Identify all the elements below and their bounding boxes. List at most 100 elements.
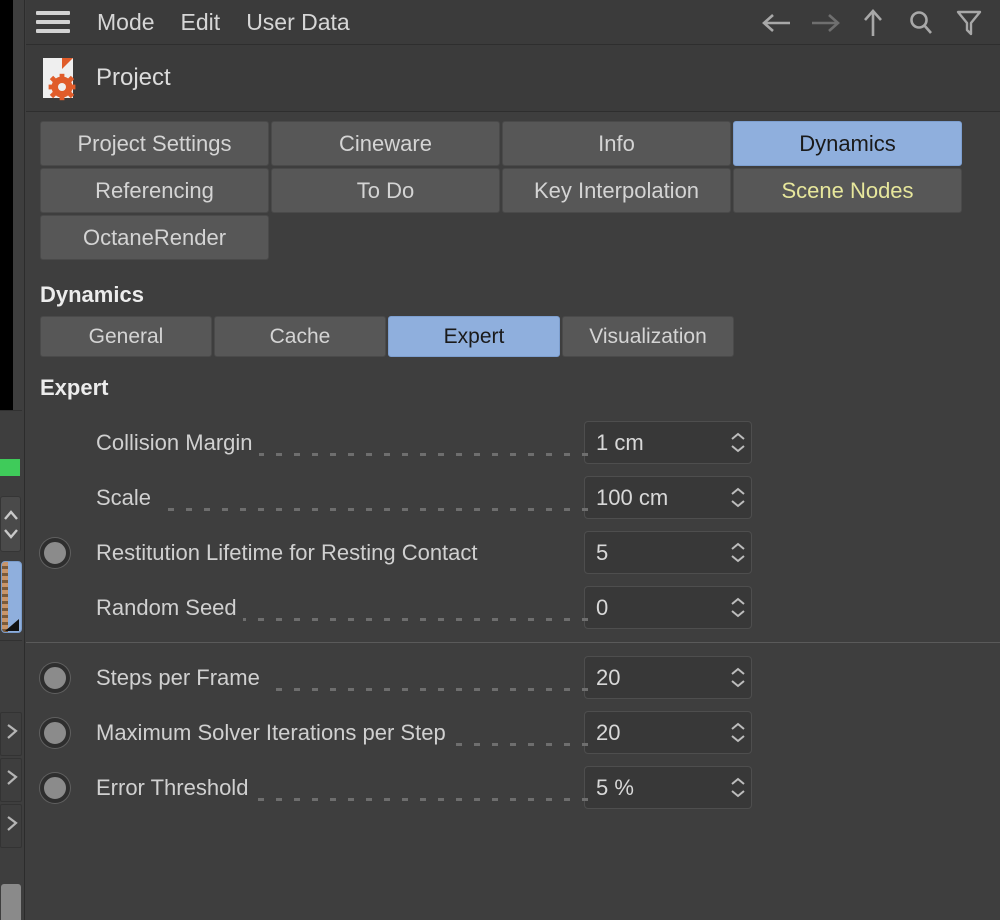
chevron-down-icon bbox=[731, 555, 745, 563]
tab-to-do[interactable]: To Do bbox=[271, 168, 500, 213]
menu-item-user-data[interactable]: User Data bbox=[233, 9, 363, 36]
back-arrow-icon[interactable] bbox=[754, 3, 800, 43]
chevron-down-icon bbox=[731, 790, 745, 798]
chevron-down-icon bbox=[731, 445, 745, 453]
forward-arrow-icon[interactable] bbox=[802, 3, 848, 43]
search-icon[interactable] bbox=[898, 3, 944, 43]
tab-info[interactable]: Info bbox=[502, 121, 731, 166]
gear-icon bbox=[48, 73, 76, 101]
chevron-right-icon bbox=[7, 724, 18, 739]
stepper-steps-per-frame[interactable] bbox=[725, 657, 751, 698]
label-maximum-solver-iterations: Maximum Solver Iterations per Step bbox=[96, 719, 452, 746]
filter-icon[interactable] bbox=[946, 3, 992, 43]
chevron-down-icon bbox=[731, 610, 745, 618]
tab-bar: Project Settings Cineware Info Dynamics … bbox=[40, 121, 970, 262]
label-restitution-lifetime: Restitution Lifetime for Resting Contact bbox=[96, 539, 484, 566]
menu-item-mode[interactable]: Mode bbox=[84, 9, 168, 36]
attribute-manager: Mode Edit User Data Project Project Sett… bbox=[26, 0, 1000, 920]
chevron-down-icon bbox=[731, 680, 745, 688]
tab-dynamics[interactable]: Dynamics bbox=[733, 121, 962, 166]
tab-key-interpolation[interactable]: Key Interpolation bbox=[502, 168, 731, 213]
strip-arrow-1[interactable] bbox=[0, 712, 22, 756]
stepper-random-seed[interactable] bbox=[725, 587, 751, 628]
strip-arrow-3[interactable] bbox=[0, 804, 22, 848]
chevron-right-icon bbox=[7, 770, 18, 785]
input-error-threshold[interactable]: 5 % bbox=[584, 766, 752, 809]
chevron-up-icon bbox=[731, 487, 745, 495]
menu-icon-line bbox=[36, 20, 70, 24]
animate-toggle-maximum-solver-iterations[interactable] bbox=[40, 717, 70, 748]
input-scale[interactable]: 100 cm bbox=[584, 476, 752, 519]
left-tool-strip bbox=[0, 0, 25, 920]
stepper-scale[interactable] bbox=[725, 477, 751, 518]
value-collision-margin: 1 cm bbox=[596, 429, 644, 455]
input-maximum-solver-iterations[interactable]: 20 bbox=[584, 711, 752, 754]
document-fold-corner bbox=[62, 58, 73, 69]
strip-arrow-2[interactable] bbox=[0, 758, 22, 802]
up-arrow-icon[interactable] bbox=[850, 3, 896, 43]
value-error-threshold: 5 % bbox=[596, 774, 634, 800]
menu-item-edit[interactable]: Edit bbox=[168, 9, 234, 36]
animate-toggle-steps-per-frame[interactable] bbox=[40, 662, 70, 693]
strip-slot-1[interactable] bbox=[0, 410, 22, 458]
strip-spinner[interactable] bbox=[0, 496, 21, 552]
tab-cineware[interactable]: Cineware bbox=[271, 121, 500, 166]
menu-icon-line bbox=[36, 11, 70, 15]
tab-cache[interactable]: Cache bbox=[214, 316, 386, 357]
page-title: Project bbox=[96, 64, 171, 91]
chevron-up-icon bbox=[731, 667, 745, 675]
menu-icon-line bbox=[36, 29, 70, 33]
menu-bar-tools bbox=[754, 0, 992, 45]
input-restitution-lifetime[interactable]: 5 bbox=[584, 531, 752, 574]
input-steps-per-frame[interactable]: 20 bbox=[584, 656, 752, 699]
value-restitution-lifetime: 5 bbox=[596, 539, 609, 565]
input-collision-margin[interactable]: 1 cm bbox=[584, 421, 752, 464]
tab-scene-nodes[interactable]: Scene Nodes bbox=[733, 168, 962, 213]
selected-thumbnail[interactable] bbox=[1, 561, 22, 633]
menu-icon[interactable] bbox=[36, 9, 70, 35]
tab-general[interactable]: General bbox=[40, 316, 212, 357]
row-scale: Scale 100 cm bbox=[26, 470, 1000, 525]
row-random-seed: Random Seed 0 bbox=[26, 580, 1000, 635]
chevron-up-icon bbox=[731, 542, 745, 550]
tab-project-settings[interactable]: Project Settings bbox=[40, 121, 269, 166]
label-random-seed: Random Seed bbox=[96, 594, 243, 621]
chevron-up-icon bbox=[731, 777, 745, 785]
stepper-restitution-lifetime[interactable] bbox=[725, 532, 751, 573]
value-scale: 100 cm bbox=[596, 484, 669, 510]
chevron-up-icon bbox=[731, 432, 745, 440]
tab-expert[interactable]: Expert bbox=[388, 316, 560, 357]
property-group-b: Steps per Frame 20 Maximum Solver Iterat… bbox=[26, 650, 1000, 815]
green-status-bar bbox=[0, 459, 20, 476]
value-steps-per-frame: 20 bbox=[596, 664, 621, 690]
row-collision-margin: Collision Margin 1 cm bbox=[26, 415, 1000, 470]
row-steps-per-frame: Steps per Frame 20 bbox=[26, 650, 1000, 705]
tab-octanerender[interactable]: OctaneRender bbox=[40, 215, 269, 260]
row-maximum-solver-iterations: Maximum Solver Iterations per Step 20 bbox=[26, 705, 1000, 760]
leader-dots bbox=[96, 508, 592, 511]
strip-bottom-item[interactable] bbox=[1, 884, 21, 920]
animate-toggle-restitution-lifetime[interactable] bbox=[40, 537, 70, 568]
chevron-right-icon bbox=[7, 816, 18, 831]
value-random-seed: 0 bbox=[596, 594, 609, 620]
application-window: Mode Edit User Data Project Project Sett… bbox=[0, 0, 1000, 920]
row-restitution-lifetime: Restitution Lifetime for Resting Contact… bbox=[26, 525, 1000, 580]
label-collision-margin: Collision Margin bbox=[96, 429, 259, 456]
stepper-error-threshold[interactable] bbox=[725, 767, 751, 808]
tab-referencing[interactable]: Referencing bbox=[40, 168, 269, 213]
label-steps-per-frame: Steps per Frame bbox=[96, 664, 266, 691]
panel-title-expert: Expert bbox=[40, 375, 109, 400]
strip-slot-2[interactable] bbox=[0, 640, 22, 700]
menu-bar: Mode Edit User Data bbox=[26, 0, 1000, 45]
object-header: Project bbox=[26, 45, 1000, 112]
chevron-updown-icon bbox=[4, 510, 18, 539]
input-random-seed[interactable]: 0 bbox=[584, 586, 752, 629]
stepper-maximum-solver-iterations[interactable] bbox=[725, 712, 751, 753]
stepper-collision-margin[interactable] bbox=[725, 422, 751, 463]
tab-visualization[interactable]: Visualization bbox=[562, 316, 734, 357]
property-group-a: Collision Margin 1 cm Scale 100 cm Resti… bbox=[26, 415, 1000, 635]
animate-toggle-error-threshold[interactable] bbox=[40, 772, 70, 803]
label-scale: Scale bbox=[96, 484, 158, 511]
corner-triangle-icon bbox=[5, 619, 19, 631]
project-document-gear-icon bbox=[40, 56, 82, 101]
